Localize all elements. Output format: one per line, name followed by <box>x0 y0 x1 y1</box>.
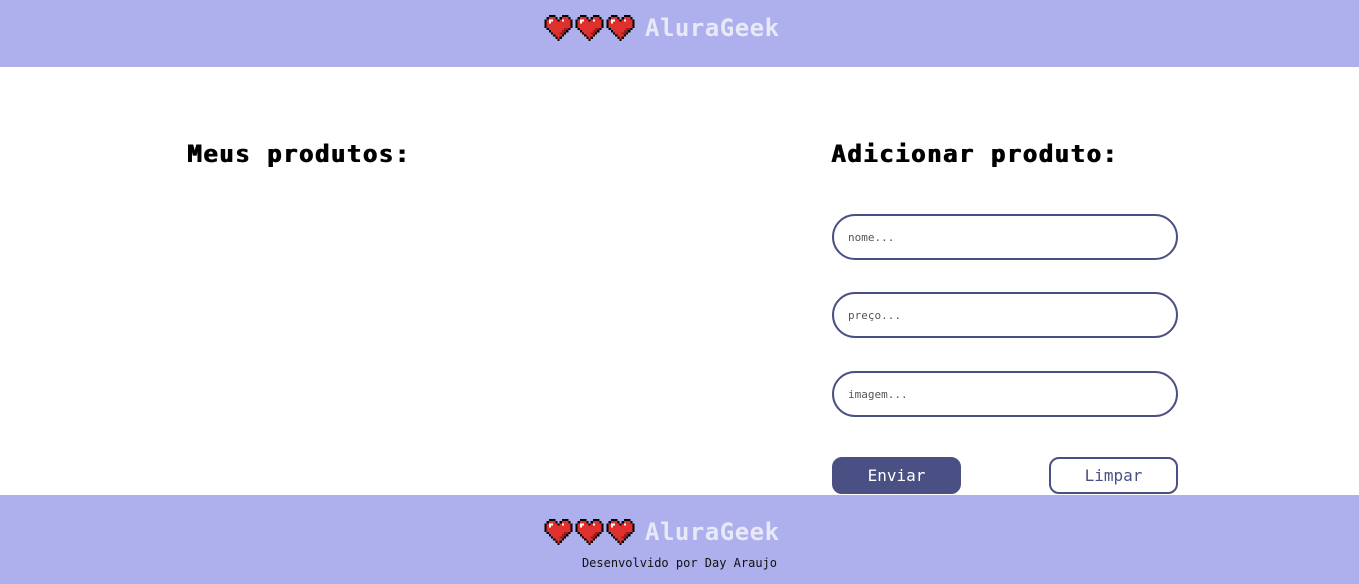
logo-text: AluraGeek <box>645 14 780 42</box>
heart-icon <box>606 519 635 545</box>
my-products-title: Meus produtos: <box>187 140 411 168</box>
heart-icon <box>575 519 604 545</box>
name-input[interactable] <box>832 214 1178 260</box>
send-button[interactable]: Enviar <box>832 457 961 494</box>
add-product-title: Adicionar produto: <box>831 140 1119 168</box>
image-input[interactable] <box>832 371 1178 417</box>
heart-icon <box>575 15 604 41</box>
hearts-group <box>544 15 635 41</box>
heart-icon <box>606 15 635 41</box>
price-input[interactable] <box>832 292 1178 338</box>
hearts-group <box>544 519 635 545</box>
heart-icon <box>544 519 573 545</box>
clear-button[interactable]: Limpar <box>1049 457 1178 494</box>
header-logo[interactable]: AluraGeek <box>544 14 780 42</box>
footer-credit: Desenvolvido por Day Araujo <box>581 556 778 570</box>
footer-logo[interactable]: AluraGeek <box>544 518 780 546</box>
heart-icon <box>544 15 573 41</box>
site-header: AluraGeek <box>0 0 1359 67</box>
site-footer: AluraGeek Desenvolvido por Day Araujo <box>0 495 1359 584</box>
logo-text: AluraGeek <box>645 518 780 546</box>
